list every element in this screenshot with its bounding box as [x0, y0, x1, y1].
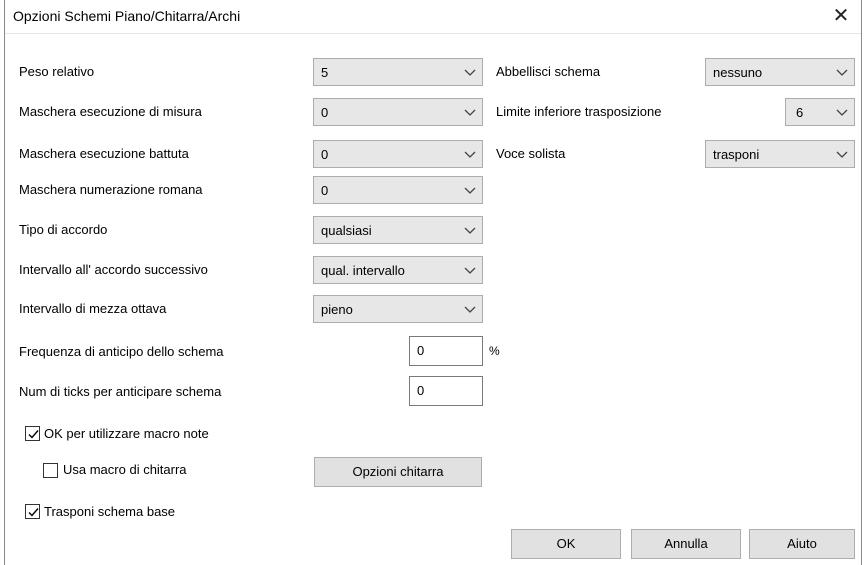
- chevron-down-icon: [836, 151, 848, 158]
- voce-solista-label: Voce solista: [496, 146, 566, 161]
- frequenza-anticipo-input[interactable]: 0: [409, 336, 483, 366]
- intervallo-successivo-label: Intervallo all' accordo successivo: [19, 262, 208, 277]
- mezza-ottava-label: Intervallo di mezza ottava: [19, 301, 167, 316]
- trasponi-base-label: Trasponi schema base: [44, 504, 176, 519]
- percent-unit: %: [489, 344, 500, 358]
- maschera-romana-select[interactable]: 0: [313, 176, 483, 204]
- limite-trasposizione-value: 6: [796, 105, 804, 120]
- maschera-romana-value: 0: [321, 183, 329, 198]
- opzioni-chitarra-button[interactable]: Opzioni chitarra: [314, 457, 482, 487]
- maschera-battuta-value: 0: [321, 147, 329, 162]
- mezza-ottava-select[interactable]: pieno: [313, 295, 483, 323]
- frequenza-anticipo-value: 0: [417, 343, 425, 358]
- chevron-down-icon: [464, 227, 476, 234]
- peso-relativo-label: Peso relativo: [19, 64, 95, 79]
- chevron-down-icon: [464, 109, 476, 116]
- maschera-misura-select[interactable]: 0: [313, 98, 483, 126]
- macro-chitarra-checkbox[interactable]: [43, 463, 58, 478]
- ticks-anticipo-label: Num di ticks per anticipare schema: [19, 384, 222, 399]
- chevron-down-icon: [464, 306, 476, 313]
- abbellisci-value: nessuno: [713, 65, 763, 80]
- macro-note-checkbox[interactable]: [25, 426, 40, 441]
- trasponi-base-checkbox[interactable]: [25, 504, 40, 519]
- chevron-down-icon: [836, 69, 848, 76]
- intervallo-successivo-select[interactable]: qual. intervallo: [313, 256, 483, 284]
- maschera-misura-value: 0: [321, 105, 329, 120]
- ok-button[interactable]: OK: [511, 529, 621, 559]
- tipo-accordo-label: Tipo di accordo: [19, 222, 108, 237]
- chevron-down-icon: [464, 187, 476, 194]
- chevron-down-icon: [464, 267, 476, 274]
- tipo-accordo-select[interactable]: qualsiasi: [313, 216, 483, 244]
- limite-trasposizione-select[interactable]: 6: [785, 98, 855, 126]
- mezza-ottava-value: pieno: [321, 302, 353, 317]
- peso-relativo-select[interactable]: 5: [313, 58, 483, 86]
- maschera-battuta-label: Maschera esecuzione battuta: [19, 146, 189, 161]
- options-dialog: Opzioni Schemi Piano/Chitarra/Archi ✕ Pe…: [4, 0, 862, 565]
- close-icon[interactable]: ✕: [829, 4, 853, 28]
- maschera-romana-label: Maschera numerazione romana: [19, 182, 203, 197]
- checkmark-icon: [28, 430, 39, 439]
- ticks-anticipo-input[interactable]: 0: [409, 376, 483, 406]
- maschera-misura-label: Maschera esecuzione di misura: [19, 104, 202, 119]
- abbellisci-label: Abbellisci schema: [496, 64, 601, 79]
- title-bar: Opzioni Schemi Piano/Chitarra/Archi ✕: [5, 0, 861, 34]
- maschera-battuta-select[interactable]: 0: [313, 140, 483, 168]
- window-title: Opzioni Schemi Piano/Chitarra/Archi: [13, 8, 241, 24]
- peso-relativo-value: 5: [321, 65, 329, 80]
- limite-trasposizione-label: Limite inferiore trasposizione: [496, 104, 662, 119]
- intervallo-successivo-value: qual. intervallo: [321, 263, 405, 278]
- macro-note-label: OK per utilizzare macro note: [44, 426, 209, 441]
- voce-solista-value: trasponi: [713, 147, 760, 162]
- ticks-anticipo-value: 0: [417, 383, 425, 398]
- voce-solista-select[interactable]: trasponi: [705, 140, 855, 168]
- frequenza-anticipo-label: Frequenza di anticipo dello schema: [19, 344, 224, 359]
- abbellisci-select[interactable]: nessuno: [705, 58, 855, 86]
- aiuto-button[interactable]: Aiuto: [749, 529, 855, 559]
- annulla-button[interactable]: Annulla: [631, 529, 741, 559]
- chevron-down-icon: [836, 109, 848, 116]
- chevron-down-icon: [464, 151, 476, 158]
- macro-chitarra-label: Usa macro di chitarra: [63, 462, 187, 477]
- tipo-accordo-value: qualsiasi: [321, 223, 372, 238]
- chevron-down-icon: [464, 69, 476, 76]
- checkmark-icon: [28, 508, 39, 517]
